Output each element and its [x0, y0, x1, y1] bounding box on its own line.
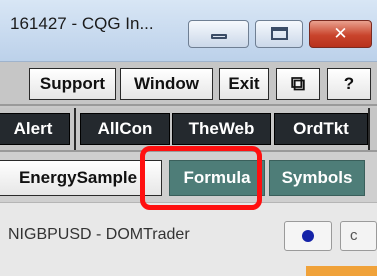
title-bar: 161427 - CQG In... ✕: [0, 0, 377, 62]
main-toolbar: Support Window Exit ⧉ ?: [0, 62, 377, 106]
support-button[interactable]: Support: [29, 68, 116, 100]
close-icon: ✕: [333, 24, 348, 43]
alert-button[interactable]: Alert: [0, 113, 70, 145]
minimize-button[interactable]: [188, 20, 249, 48]
symbols-button[interactable]: Symbols: [269, 160, 365, 196]
orange-indicator: [306, 266, 377, 276]
highlight-box: [140, 146, 262, 210]
dot-button[interactable]: [284, 221, 332, 251]
close-button[interactable]: ✕: [309, 20, 372, 48]
toolbar-separator: [368, 108, 370, 150]
minimize-icon: [211, 34, 227, 39]
c-button[interactable]: c: [340, 221, 377, 251]
help-button[interactable]: ?: [327, 68, 371, 100]
maximize-button[interactable]: [255, 20, 303, 48]
maximize-icon: [271, 27, 288, 40]
ordtkt-button[interactable]: OrdTkt: [274, 113, 368, 145]
dot-icon: [302, 230, 314, 242]
window-title: 161427 - CQG In...: [10, 14, 154, 33]
allcon-button[interactable]: AllCon: [80, 113, 170, 145]
restore-icon[interactable]: ⧉: [276, 68, 320, 100]
window-menu-button[interactable]: Window: [120, 68, 213, 100]
toolbar-separator: [74, 108, 76, 150]
dom-trader-title: NIGBPUSD - DOMTrader: [8, 226, 190, 243]
exit-button[interactable]: Exit: [219, 68, 269, 100]
energysample-button[interactable]: EnergySample: [0, 160, 162, 196]
theweb-button[interactable]: TheWeb: [172, 113, 271, 145]
